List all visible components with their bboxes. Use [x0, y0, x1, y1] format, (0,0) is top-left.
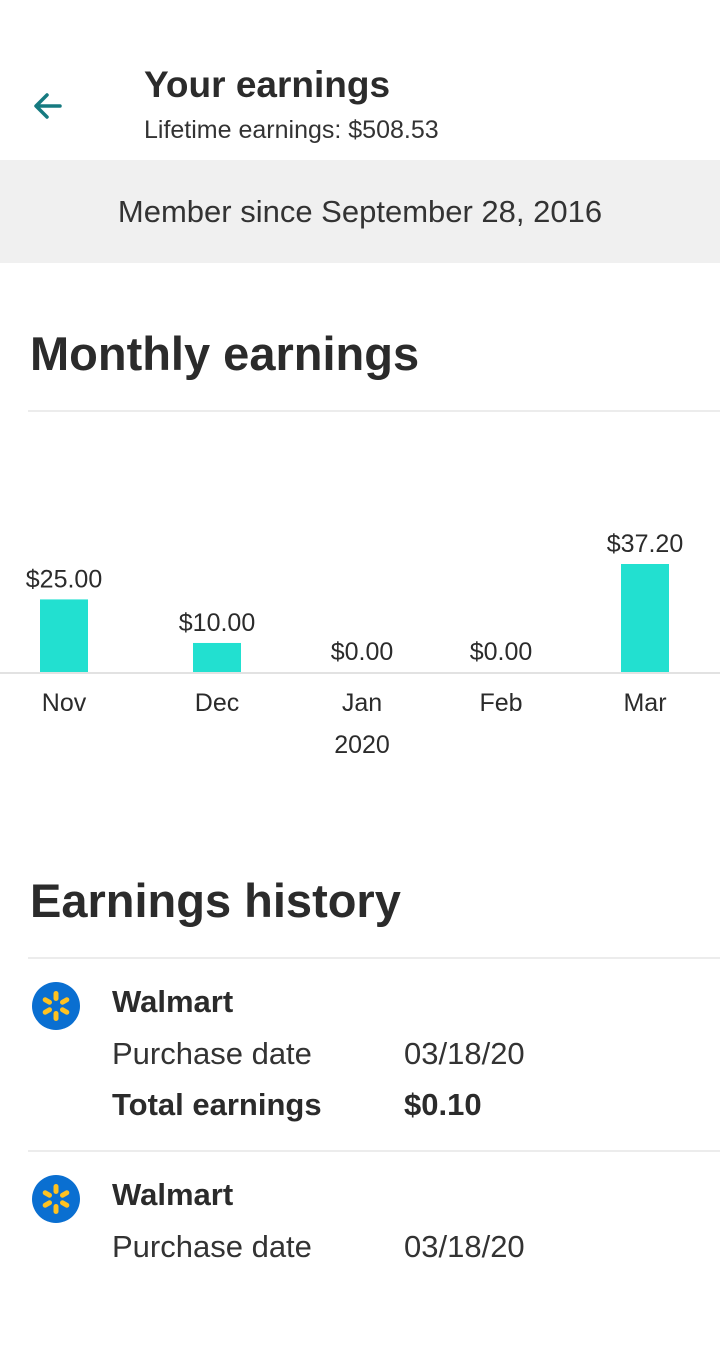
monthly-earnings-title: Monthly earnings	[30, 327, 420, 380]
category-label: Mar	[623, 689, 666, 717]
purchase-date-value: 03/18/20	[404, 1036, 525, 1071]
walmart-logo-icon	[32, 1175, 80, 1223]
purchase-date-label: Purchase date	[112, 1036, 312, 1071]
category-label: Jan	[342, 689, 382, 717]
page-title: Your earnings	[144, 64, 391, 105]
value-label: $0.00	[331, 638, 394, 666]
category-label: Feb	[479, 689, 522, 717]
back-button[interactable]	[22, 80, 74, 132]
app-header: Your earnings Lifetime earnings: $508.53	[0, 0, 720, 160]
walmart-logo-icon	[32, 982, 80, 1030]
member-since-banner: Member since September 28, 2016	[0, 160, 720, 263]
member-since-text: Member since September 28, 2016	[117, 193, 603, 229]
purchase-date-label: Purchase date	[112, 1229, 312, 1264]
merchant-name: Walmart	[112, 1177, 234, 1212]
value-label: $0.00	[470, 638, 533, 666]
category-label: Nov	[42, 689, 87, 717]
purchase-date-value: 03/18/20	[404, 1229, 525, 1264]
value-label: $10.00	[179, 609, 255, 637]
bar-dec[interactable]	[193, 642, 241, 672]
value-label: $25.00	[26, 565, 102, 593]
history-item[interactable]: Walmart Purchase date 03/18/20	[0, 1151, 720, 1345]
bar-mar[interactable]	[621, 564, 669, 672]
arrow-left-icon	[34, 93, 62, 119]
lifetime-earnings: Lifetime earnings: $508.53	[144, 116, 439, 144]
bar-nov[interactable]	[40, 599, 88, 672]
total-earnings-label: Total earnings	[112, 1087, 322, 1122]
earnings-history-title: Earnings history	[30, 874, 401, 927]
total-earnings-value: $0.10	[404, 1087, 482, 1122]
category-label: Dec	[195, 689, 239, 717]
year-label: 2020	[334, 731, 390, 759]
value-label: $37.20	[607, 530, 683, 558]
history-item[interactable]: Walmart Purchase date 03/18/20 Total ear…	[0, 958, 720, 1152]
monthly-earnings-chart: $25.00 Nov $10.00 Dec $0.00 Jan 2020 $0.00 Feb $3…	[0, 530, 720, 759]
merchant-name: Walmart	[112, 984, 234, 1019]
